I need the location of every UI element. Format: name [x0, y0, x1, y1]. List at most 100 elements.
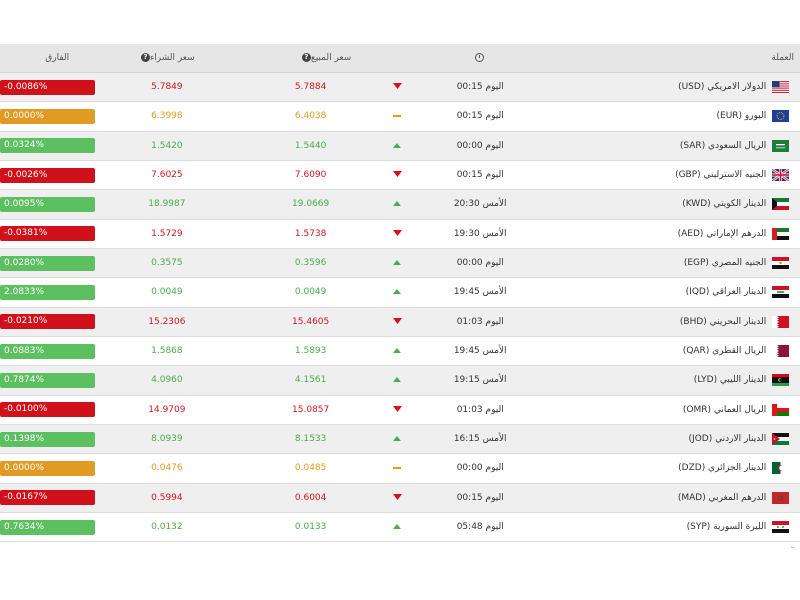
sell-price: 0.0485: [239, 463, 383, 473]
difference-badge: -0.0381%: [0, 226, 95, 242]
currency-name[interactable]: الدرهم المغربي (MAD): [548, 493, 772, 503]
buy-price: 1.5868: [95, 346, 239, 356]
difference-cell: 2.0833%: [0, 284, 95, 300]
table-row[interactable]: الجنيه المصري (EGP) اليوم 00:00 0.3596 0.35…: [0, 248, 800, 279]
update-time: اليوم 00:15: [456, 111, 504, 122]
table-row[interactable]: الدرهم الإماراتي (AED) الأمس 19:30 1.5738 1…: [0, 219, 800, 249]
trend-up-icon: [383, 199, 413, 209]
sell-price: 0.6004: [239, 493, 383, 503]
difference-badge: 0.0324%: [0, 138, 95, 154]
table-row[interactable]: الدينار الجزائري (DZD) اليوم 00:00 0.0485 0…: [0, 454, 800, 484]
difference-cell: -0.0210%: [0, 314, 95, 330]
update-time: الأمس 20:30: [453, 199, 507, 210]
currency-name[interactable]: الريال السعودي (SAR): [548, 141, 772, 151]
difference-cell: 0.0883%: [0, 343, 95, 359]
trend-up-icon: [383, 141, 413, 151]
buy-price-value: 18.9987: [148, 199, 186, 210]
table-row[interactable]: الدينار العراقي (IQD) الأمس 19:45 0.0049 0.…: [0, 278, 800, 308]
sell-price-value: 4.1561: [294, 375, 327, 386]
currency-name[interactable]: اليورو (EUR): [548, 111, 772, 121]
header-currency[interactable]: العملة: [548, 53, 800, 63]
table-row[interactable]: الليرة السورية (SYP) اليوم 05:48 0.0133 0.0…: [0, 512, 800, 543]
header-buy-price[interactable]: سعر الشراء?: [94, 53, 238, 63]
difference-badge: 0.7874%: [0, 372, 95, 388]
currency-name[interactable]: الدينار العراقي (IQD): [548, 287, 772, 297]
difference-cell: 0.0000%: [0, 108, 95, 124]
currency-name[interactable]: الدرهم الإماراتي (AED): [548, 229, 772, 239]
sell-price-value: 1.5440: [294, 140, 327, 151]
buy-price-value: 0.0132: [151, 522, 183, 533]
update-time: اليوم 00:00: [456, 463, 504, 474]
buy-price-value: 5.7849: [151, 82, 183, 93]
sell-price-value: 7.6090: [294, 170, 327, 181]
sell-price: 5.7884: [239, 82, 383, 92]
sell-price-value: 5.7884: [294, 82, 327, 93]
help-icon[interactable]: ?: [301, 53, 311, 62]
table-row[interactable]: الدولار الامريكي (USD) اليوم 00:15 5.7884 5…: [0, 73, 800, 103]
flag-icon: [772, 286, 800, 299]
difference-badge: 2.0833%: [0, 284, 95, 300]
currency-name[interactable]: الريال العماني (OMR): [548, 405, 772, 415]
table-body: الدولار الامريكي (USD) اليوم 00:15 5.7884 5…: [0, 73, 800, 543]
buy-price-value: 14.9709: [148, 404, 186, 415]
buy-price: 15.2306: [95, 317, 239, 327]
table-row[interactable]: الدرهم المغربي (MAD) اليوم 00:15 0.6004 0.5…: [0, 483, 800, 513]
currency-name[interactable]: الدولار الامريكي (USD): [548, 82, 772, 92]
difference-cell: 0.0095%: [0, 196, 95, 212]
header-difference[interactable]: الفارق: [0, 53, 94, 63]
currency-name[interactable]: الدينار الجزائري (DZD): [548, 463, 772, 473]
currency-name[interactable]: الريال القطري (QAR): [548, 346, 772, 356]
difference-badge: 0.1398%: [0, 431, 95, 447]
currency-name[interactable]: الدينار الليبي (LYD): [548, 375, 772, 385]
table-row[interactable]: اليورو (EUR) اليوم 00:15 6.4038 6.3998 0.000…: [0, 102, 800, 132]
sell-price-value: 0.3596: [294, 258, 327, 269]
buy-price-value: 15.2306: [148, 316, 186, 327]
buy-price: 6.3998: [95, 111, 239, 121]
currency-name[interactable]: الليرة السورية (SYP): [548, 522, 772, 532]
flag-icon: [772, 110, 800, 123]
currency-name[interactable]: الدينار البحريني (BHD): [548, 317, 772, 327]
header-sell-price[interactable]: سعر المبيع?: [238, 53, 412, 63]
buy-price-value: 0.5994: [151, 492, 183, 503]
buy-price: 1.5729: [95, 229, 239, 239]
difference-badge: -0.0026%: [0, 167, 95, 183]
table-row[interactable]: الدينار الليبي (LYD) الأمس 19:15 4.1561 4.0…: [0, 366, 800, 396]
table-row[interactable]: الريال السعودي (SAR) اليوم 00:00 1.5440 1.5…: [0, 131, 800, 161]
currency-name[interactable]: الجنيه المصري (EGP): [548, 258, 772, 268]
update-time: اليوم 00:15: [456, 492, 504, 503]
table-row[interactable]: الريال العماني (OMR) اليوم 01:03 15.0857 14…: [0, 395, 800, 425]
sell-price: 15.4605: [239, 317, 383, 327]
header-buy-label: سعر الشراء: [150, 53, 195, 63]
trend-down-icon: [383, 229, 413, 239]
buy-price-value: 1.5420: [151, 140, 183, 151]
trend-down-icon: [383, 82, 413, 92]
currency-name[interactable]: الدينار الكويتي (KWD): [548, 199, 772, 209]
trend-down-icon: [383, 493, 413, 503]
table-row[interactable]: الجنيه الاسترليني (GBP) اليوم 00:15 7.6090…: [0, 160, 800, 191]
table-row[interactable]: الدينار الكويتي (KWD) الأمس 20:30 19.0669 1…: [0, 190, 800, 220]
trend-down-icon: [383, 405, 413, 415]
trend-up-icon: [383, 522, 413, 532]
currency-name[interactable]: الدينار الاردني (JOD): [548, 434, 772, 444]
sell-price-value: 0.0485: [294, 463, 327, 474]
table-row[interactable]: الدينار البحريني (BHD) اليوم 01:03 15.4605…: [0, 307, 800, 337]
difference-cell: 0.1398%: [0, 431, 95, 447]
table-row[interactable]: الدينار الاردني (JOD) الأمس 16:15 8.1533 8.…: [0, 424, 800, 455]
sell-price: 0.3596: [239, 258, 383, 268]
update-time: اليوم 00:00: [456, 258, 504, 269]
sell-price-value: 15.0857: [292, 404, 330, 415]
buy-price: 4.0960: [95, 375, 239, 385]
currency-name[interactable]: الجنيه الاسترليني (GBP): [548, 170, 772, 180]
table-row[interactable]: الريال القطري (QAR) الأمس 19:45 1.5893 1.58…: [0, 336, 800, 367]
flag-icon: [772, 521, 800, 534]
difference-badge: 0.7634%: [0, 519, 95, 535]
flag-icon: [772, 491, 800, 504]
update-time: الأمس 19:45: [453, 346, 507, 357]
difference-badge: 0.0883%: [0, 343, 95, 359]
help-icon[interactable]: ?: [141, 53, 150, 62]
trend-up-icon: [383, 434, 413, 444]
sell-price-value: 15.4605: [292, 316, 330, 327]
header-time[interactable]: [412, 53, 548, 63]
flag-icon: [772, 374, 800, 387]
divider: [791, 547, 794, 548]
